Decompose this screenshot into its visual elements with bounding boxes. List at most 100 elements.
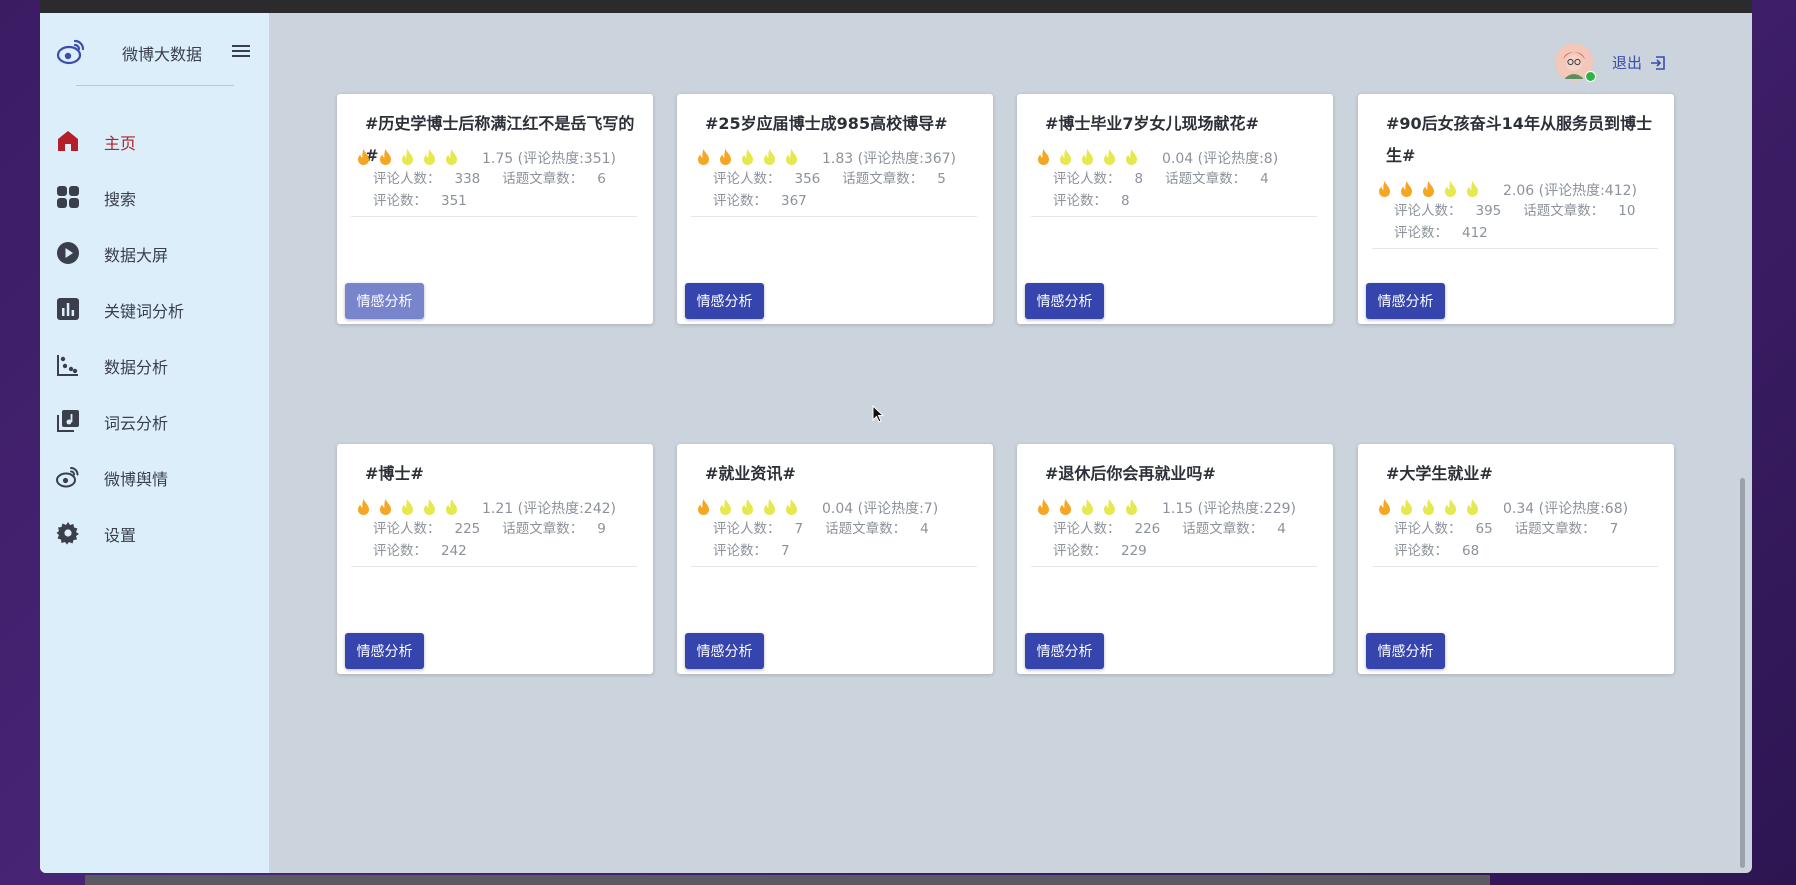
heat-score: 1.83 (评论热度:367) (822, 148, 956, 168)
topic-stats: 0.04 (评论热度:8) 评论人数： 8 话题文章数： 4 评论数： 8 (1037, 146, 1321, 212)
stat-row: 评论人数： 65 话题文章数： 7 (1378, 518, 1662, 540)
card-divider (1031, 566, 1317, 567)
card-divider (691, 566, 977, 567)
stat-row: 评论人数： 356 话题文章数： 5 (697, 168, 981, 190)
sidebar-item-home[interactable]: 主页 (40, 113, 269, 169)
brand-divider (76, 85, 234, 86)
sentiment-analysis-button[interactable]: 情感分析 (345, 633, 424, 669)
flame-icon (742, 149, 753, 165)
sentiment-analysis-button[interactable]: 情感分析 (1366, 283, 1445, 319)
topic-title: #博士# (365, 464, 424, 483)
articles-value: 7 (1609, 521, 1619, 537)
commenters-value: 65 (1475, 521, 1493, 537)
music-library-icon (57, 410, 79, 432)
articles-value: 5 (937, 171, 946, 187)
flame-icon (764, 499, 775, 515)
flame-icon (358, 149, 369, 165)
stat-row: 评论人数： 8 话题文章数： 4 (1037, 168, 1321, 190)
topic-card: #历史学博士后称满江红不是岳飞写的# 1.75 (评论热度:351) 评论人数： 33… (337, 94, 653, 324)
topic-title: #退休后你会再就业吗# (1045, 464, 1216, 483)
sentiment-analysis-button[interactable]: 情感分析 (345, 283, 424, 319)
sidebar-item-search[interactable]: 搜索 (40, 169, 269, 225)
gear-icon (56, 522, 79, 545)
sidebar-item-data-analysis[interactable]: 数据分析 (40, 337, 269, 393)
heat-rating: 1.15 (评论热度:229) (1037, 496, 1321, 518)
heat-text: (评论热度:242) (517, 501, 616, 517)
flame-icon (424, 499, 435, 515)
bar-chart-icon (57, 298, 79, 320)
flame-icon (380, 499, 391, 515)
flame-icon (1379, 499, 1390, 515)
stat-row: 评论人数： 395 话题文章数： 10 (1378, 200, 1662, 222)
weibo-logo-icon (56, 39, 85, 65)
stat-row: 评论数： 351 (357, 190, 641, 212)
commenters-value: 395 (1475, 203, 1502, 219)
brand-name: 微博大数据 (122, 45, 203, 64)
logout-button[interactable]: 退出 (1612, 52, 1666, 73)
topic-title: #就业资讯# (705, 464, 796, 483)
heat-text: (评论热度:229) (1197, 501, 1296, 517)
flame-icon (1467, 181, 1478, 197)
stat-row: 评论数： 242 (357, 540, 641, 562)
sentiment-analysis-button[interactable]: 情感分析 (1025, 283, 1104, 319)
sidebar-item-label: 主页 (104, 134, 137, 153)
comments-label: 评论数： (373, 193, 427, 209)
heat-text: (评论热度:8) (1197, 151, 1279, 167)
stat-row: 评论人数： 338 话题文章数： 6 (357, 168, 641, 190)
topic-stats: 0.34 (评论热度:68) 评论人数： 65 话题文章数： 7 评论数： 68 (1378, 496, 1662, 562)
score-value: 0.04 (822, 501, 854, 517)
logout-icon (1651, 56, 1665, 70)
articles-label: 话题文章数： (1182, 521, 1264, 537)
sentiment-analysis-button[interactable]: 情感分析 (1366, 633, 1445, 669)
flame-icon (402, 499, 413, 515)
sidebar-item-wordcloud[interactable]: 词云分析 (40, 393, 269, 449)
logout-label: 退出 (1612, 54, 1643, 72)
stat-row: 评论数： 68 (1378, 540, 1662, 562)
articles-value: 4 (1260, 171, 1269, 187)
articles-value: 10 (1618, 203, 1636, 219)
sidebar-nav: 主页 搜索 数据大屏 关键词分析 数据分析 词云分析 微博舆情 设置 (40, 113, 269, 561)
sidebar-item-settings[interactable]: 设置 (40, 505, 269, 561)
comments-value: 229 (1121, 543, 1147, 559)
card-divider (1372, 248, 1658, 249)
heat-rating: 0.34 (评论热度:68) (1378, 496, 1662, 518)
heat-rating: 2.06 (评论热度:412) (1378, 178, 1662, 200)
articles-value: 6 (597, 171, 606, 187)
comments-value: 367 (781, 193, 807, 209)
stat-row: 评论数： 8 (1037, 190, 1321, 212)
score-value: 1.83 (822, 151, 854, 167)
stat-row: 评论人数： 225 话题文章数： 9 (357, 518, 641, 540)
flame-icon (1401, 181, 1412, 197)
flame-icon (1445, 499, 1456, 515)
scrollbar[interactable] (1740, 478, 1745, 868)
sidebar-item-label: 数据大屏 (104, 246, 169, 265)
sidebar-item-dashboard[interactable]: 数据大屏 (40, 225, 269, 281)
topic-stats: 1.21 (评论热度:242) 评论人数： 225 话题文章数： 9 评论数： 242 (357, 496, 641, 562)
card-divider (691, 216, 977, 217)
commenters-value: 356 (794, 171, 821, 187)
sentiment-analysis-button[interactable]: 情感分析 (685, 283, 764, 319)
flame-icon (1038, 499, 1049, 515)
sentiment-analysis-button[interactable]: 情感分析 (685, 633, 764, 669)
articles-value: 4 (1277, 521, 1286, 537)
sidebar-item-keyword-analysis[interactable]: 关键词分析 (40, 281, 269, 337)
topic-stats: 1.15 (评论热度:229) 评论人数： 226 话题文章数： 4 评论数： 229 (1037, 496, 1321, 562)
commenters-value: 338 (454, 171, 481, 187)
heat-score: 1.21 (评论热度:242) (482, 498, 616, 518)
heat-score: 0.04 (评论热度:7) (822, 498, 938, 518)
flame-rating (697, 149, 807, 165)
commenters-label: 评论人数： (1053, 171, 1121, 187)
topic-card: #博士毕业7岁女儿现场献花# 0.04 (评论热度:8) 评论人数： 8 话题文章数： 4… (1017, 94, 1333, 324)
heat-score: 0.04 (评论热度:8) (1162, 148, 1278, 168)
sentiment-analysis-button[interactable]: 情感分析 (1025, 633, 1104, 669)
commenters-value: 226 (1134, 521, 1161, 537)
card-divider (1372, 566, 1658, 567)
commenters-label: 评论人数： (1053, 521, 1121, 537)
sidebar-item-weibo-sentiment[interactable]: 微博舆情 (40, 449, 269, 505)
articles-label: 话题文章数： (842, 171, 924, 187)
topic-stats: 1.83 (评论热度:367) 评论人数： 356 话题文章数： 5 评论数： 367 (697, 146, 981, 212)
flame-icon (1038, 149, 1049, 165)
topic-title: #博士毕业7岁女儿现场献花# (1045, 114, 1259, 133)
menu-icon[interactable] (230, 41, 252, 61)
score-value: 0.04 (1162, 151, 1194, 167)
